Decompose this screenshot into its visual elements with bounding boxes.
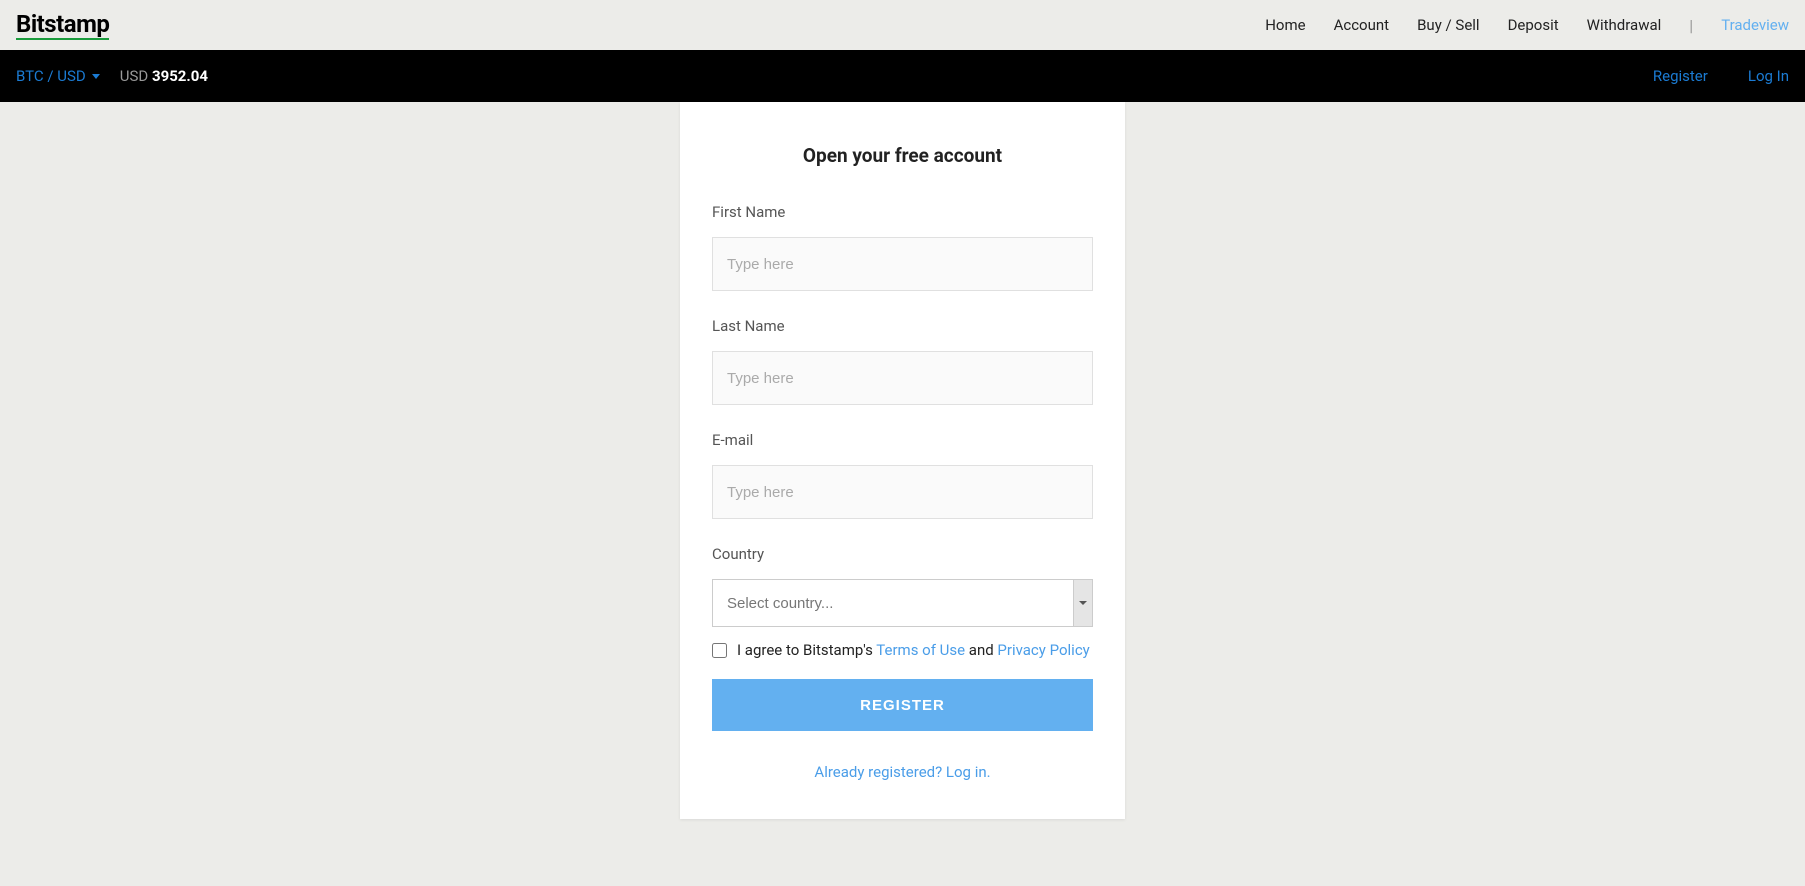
last-name-group: Last Name [712,317,1093,405]
nav-buysell[interactable]: Buy / Sell [1417,16,1480,34]
last-name-label: Last Name [712,317,1093,335]
price-value: 3952.04 [152,67,208,85]
country-select[interactable]: Select country... [712,579,1093,627]
register-link[interactable]: Register [1653,67,1708,85]
login-link[interactable]: Log In [1748,67,1789,85]
sub-header-right: Register Log In [1653,67,1789,85]
agree-prefix: I agree to Bitstamp's [737,641,876,659]
first-name-label: First Name [712,203,1093,221]
last-name-input[interactable] [712,351,1093,405]
price-display: USD 3952.04 [120,67,208,85]
first-name-input[interactable] [712,237,1093,291]
currency-label: USD [120,67,148,85]
agree-text: I agree to Bitstamp's Terms of Use and P… [737,641,1090,659]
country-group: Country Select country... [712,545,1093,627]
sub-header-left: BTC / USD USD 3952.04 [16,67,208,85]
email-input[interactable] [712,465,1093,519]
nav-home[interactable]: Home [1265,16,1305,34]
main-content: Open your free account First Name Last N… [0,102,1805,819]
first-name-group: First Name [712,203,1093,291]
terms-link[interactable]: Terms of Use [876,641,965,659]
privacy-link[interactable]: Privacy Policy [997,641,1089,659]
email-label: E-mail [712,431,1093,449]
nav-separator: | [1689,16,1693,35]
top-header: Bitstamp Home Account Buy / Sell Deposit… [0,0,1805,50]
nav-deposit[interactable]: Deposit [1508,16,1559,34]
nav-account[interactable]: Account [1334,16,1390,34]
already-registered-link[interactable]: Already registered? Log in. [814,763,990,781]
already-registered-row: Already registered? Log in. [712,763,1093,781]
agree-checkbox[interactable] [712,643,727,658]
nav-links: Home Account Buy / Sell Deposit Withdraw… [1265,16,1789,35]
pair-label: BTC / USD [16,67,86,85]
pair-selector[interactable]: BTC / USD [16,67,100,85]
nav-withdrawal[interactable]: Withdrawal [1587,16,1662,34]
country-label: Country [712,545,1093,563]
agree-row: I agree to Bitstamp's Terms of Use and P… [712,641,1093,659]
register-button[interactable]: REGISTER [712,679,1093,731]
logo[interactable]: Bitstamp [16,10,109,40]
sub-header: BTC / USD USD 3952.04 Register Log In [0,50,1805,102]
chevron-down-icon [92,74,100,79]
country-select-wrapper: Select country... [712,579,1093,627]
agree-and: and [965,641,997,659]
register-card: Open your free account First Name Last N… [680,102,1125,819]
card-title: Open your free account [712,144,1093,167]
email-group: E-mail [712,431,1093,519]
nav-tradeview[interactable]: Tradeview [1721,16,1789,34]
